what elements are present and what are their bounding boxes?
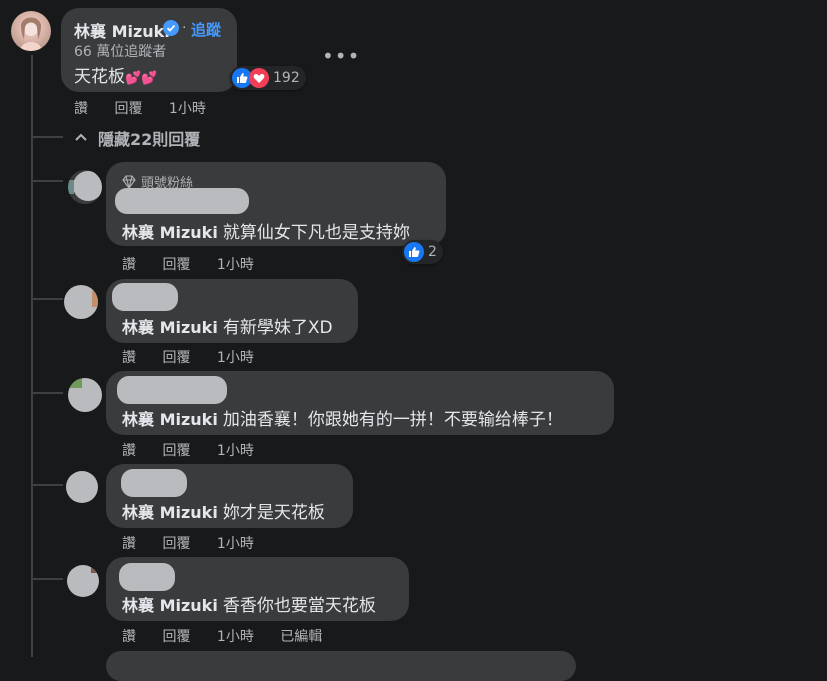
reply-text: 有新學妹了XD	[222, 318, 333, 338]
reply-avatar[interactable]	[66, 471, 98, 503]
timestamp[interactable]: 1小時	[217, 257, 254, 273]
reply-text-line: 林襄 Mizuki 有新學妹了XD	[122, 313, 333, 338]
reply-reaction-count: 2	[428, 244, 437, 260]
top-comment-text: 天花板	[74, 67, 125, 87]
reply-reactions[interactable]: 2	[402, 240, 443, 264]
diamond-icon	[122, 174, 136, 189]
reply-avatar[interactable]	[68, 170, 102, 204]
redacted-username	[117, 376, 227, 404]
top-comment-actions: 讚 回覆 1小時	[74, 98, 228, 118]
like-button[interactable]: 讚	[74, 101, 88, 117]
redacted-username	[119, 563, 175, 591]
timestamp[interactable]: 1小時	[217, 536, 254, 552]
reply-avatar[interactable]	[64, 285, 98, 319]
reply-button[interactable]: 回覆	[114, 101, 142, 117]
thread-line-connector	[31, 136, 63, 138]
verified-badge-icon	[163, 20, 179, 36]
thread-line-connector	[31, 392, 63, 394]
hide-replies-label: 隱藏22則回覆	[98, 130, 201, 149]
reply-avatar[interactable]	[67, 565, 99, 597]
timestamp[interactable]: 1小時	[169, 101, 206, 117]
timestamp[interactable]: 1小時	[217, 443, 254, 459]
next-reply-bubble-partial	[106, 651, 576, 681]
reply-button[interactable]: 回覆	[162, 629, 190, 645]
love-reaction-icon	[249, 68, 269, 88]
more-options-icon[interactable]: •••	[322, 44, 360, 68]
follower-count: 66 萬位追蹤者	[74, 44, 167, 60]
reply-actions: 讚 回覆 1小時 已編輯	[122, 626, 344, 646]
like-reaction-icon	[404, 242, 424, 262]
reply-text: 就算仙女下凡也是支持妳	[222, 223, 410, 243]
reply-text-line: 林襄 Mizuki 加油香襄！你跟她有的一拼！不要输给棒子！	[122, 405, 563, 430]
like-button[interactable]: 讚	[122, 443, 136, 459]
timestamp[interactable]: 1小時	[217, 350, 254, 366]
author-photo-icon	[20, 17, 42, 51]
thread-line-connector	[31, 484, 63, 486]
reply-text: 妳才是天花板	[222, 503, 325, 523]
reply-text: 加油香襄！你跟她有的一拼！不要输给棒子！	[222, 410, 563, 430]
reply-text-line: 林襄 Mizuki 妳才是天花板	[122, 498, 325, 523]
hide-replies-toggle[interactable]: 隱藏22則回覆	[74, 126, 200, 150]
reply-actions: 讚 回覆 1小時	[122, 254, 276, 274]
reply-actions: 讚 回覆 1小時	[122, 440, 276, 460]
like-button[interactable]: 讚	[122, 257, 136, 273]
like-button[interactable]: 讚	[122, 350, 136, 366]
thread-line-connector	[31, 298, 63, 300]
redacted-username	[121, 469, 187, 497]
thread-line-connector	[31, 578, 63, 580]
edited-label[interactable]: 已編輯	[280, 629, 322, 645]
separator-dot: ·	[182, 20, 187, 36]
reply-button[interactable]: 回覆	[162, 443, 190, 459]
redacted-username	[115, 188, 249, 214]
reply-button[interactable]: 回覆	[162, 536, 190, 552]
reply-text-line: 林襄 Mizuki 就算仙女下凡也是支持妳	[122, 218, 410, 243]
thread-line-connector	[31, 180, 63, 182]
mention-link[interactable]: 林襄 Mizuki	[122, 223, 218, 242]
reply-actions: 讚 回覆 1小時	[122, 533, 276, 553]
top-comment-reactions[interactable]: 192	[230, 66, 306, 90]
like-button[interactable]: 讚	[122, 629, 136, 645]
chevron-up-icon	[75, 133, 87, 141]
reply-text-line: 林襄 Mizuki 香香你也要當天花板	[122, 591, 376, 616]
hearts-emoji: 💕💕	[125, 71, 158, 86]
top-comment-author[interactable]: 林襄 Mizuki	[74, 18, 170, 42]
top-comment-body: 天花板💕💕	[74, 62, 157, 87]
reply-actions: 讚 回覆 1小時	[122, 347, 276, 367]
redacted-username	[112, 283, 178, 311]
mention-link[interactable]: 林襄 Mizuki	[122, 318, 218, 337]
thread-line-main	[31, 55, 33, 657]
mention-link[interactable]: 林襄 Mizuki	[122, 410, 218, 429]
like-button[interactable]: 讚	[122, 536, 136, 552]
reply-button[interactable]: 回覆	[162, 350, 190, 366]
author-avatar[interactable]	[11, 11, 51, 51]
mention-link[interactable]: 林襄 Mizuki	[122, 503, 218, 522]
timestamp[interactable]: 1小時	[217, 629, 254, 645]
mention-link[interactable]: 林襄 Mizuki	[122, 596, 218, 615]
reply-text: 香香你也要當天花板	[222, 596, 376, 616]
follow-link[interactable]: 追蹤	[191, 19, 221, 40]
top-reaction-count: 192	[273, 70, 300, 86]
reply-button[interactable]: 回覆	[162, 257, 190, 273]
reply-avatar[interactable]	[68, 378, 102, 412]
